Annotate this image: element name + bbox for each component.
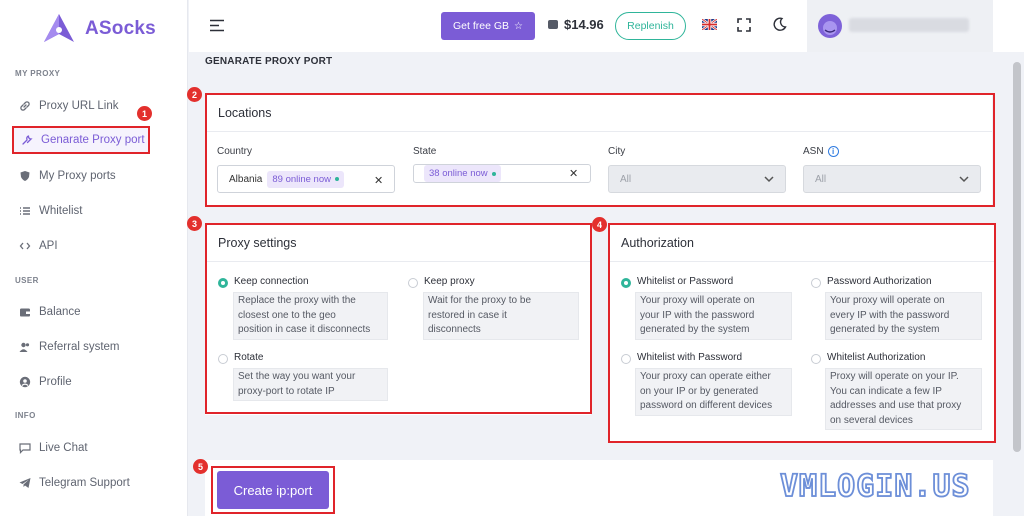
highlight-box-locations bbox=[205, 93, 995, 207]
fullscreen-icon[interactable] bbox=[737, 18, 751, 32]
logo[interactable]: ASocks bbox=[40, 12, 156, 46]
list-icon bbox=[19, 205, 31, 217]
highlight-box-proxy-settings bbox=[205, 223, 592, 414]
sidebar-item-label: Balance bbox=[39, 306, 81, 318]
sidebar-item-api[interactable]: API bbox=[12, 232, 176, 260]
sidebar-item-balance[interactable]: Balance bbox=[12, 298, 176, 326]
section-user: USER bbox=[15, 276, 39, 285]
avatar bbox=[818, 14, 842, 38]
menu-toggle-icon[interactable] bbox=[210, 19, 224, 32]
asocks-logo-icon bbox=[44, 14, 74, 42]
sidebar-item-label: API bbox=[39, 240, 58, 252]
sidebar-item-referral-system[interactable]: Referral system bbox=[12, 333, 176, 361]
wallet-icon bbox=[19, 306, 31, 318]
annotation-badge-3: 3 bbox=[187, 216, 202, 231]
page-title: GENARATE PROXY PORT bbox=[205, 56, 333, 67]
star-icon: ☆ bbox=[514, 20, 523, 32]
users-icon bbox=[19, 341, 31, 353]
sidebar-item-my-proxy-ports[interactable]: My Proxy ports bbox=[12, 162, 176, 190]
watermark: VMLOGIN.US bbox=[779, 468, 971, 505]
sidebar-item-label: My Proxy ports bbox=[39, 170, 116, 182]
sidebar-item-whitelist[interactable]: Whitelist bbox=[12, 197, 176, 225]
sidebar-item-label: Proxy URL Link bbox=[39, 100, 119, 112]
chat-icon bbox=[19, 442, 31, 454]
get-free-gb-button[interactable]: Get free GB ☆ bbox=[441, 12, 535, 40]
user-circle-icon bbox=[19, 376, 31, 388]
highlight-box-authorization bbox=[608, 223, 996, 443]
shield-icon bbox=[19, 170, 31, 182]
topbar: Get free GB ☆ $14.96 Replenish bbox=[189, 0, 1024, 52]
sidebar-item-live-chat[interactable]: Live Chat bbox=[12, 434, 176, 462]
annotation-badge-2: 2 bbox=[187, 87, 202, 102]
sidebar-item-label: Live Chat bbox=[39, 442, 88, 454]
balance-amount: $14.96 bbox=[564, 17, 604, 32]
sidebar: ASocks MY PROXY Proxy URL Link Genarate … bbox=[0, 0, 188, 516]
annotation-badge-5: 5 bbox=[193, 459, 208, 474]
username-blurred bbox=[849, 18, 969, 32]
annotation-badge-4: 4 bbox=[592, 217, 607, 232]
section-info: INFO bbox=[15, 411, 36, 420]
sidebar-item-generate-proxy-port[interactable]: Genarate Proxy port bbox=[12, 126, 150, 154]
sidebar-item-label: Genarate Proxy port bbox=[41, 134, 145, 146]
sidebar-item-label: Telegram Support bbox=[39, 477, 130, 489]
replenish-button[interactable]: Replenish bbox=[615, 12, 686, 40]
dark-mode-icon[interactable] bbox=[772, 17, 787, 32]
annotation-badge-1: 1 bbox=[137, 106, 152, 121]
section-my-proxy: MY PROXY bbox=[15, 69, 61, 78]
sidebar-item-label: Profile bbox=[39, 376, 72, 388]
user-menu[interactable] bbox=[807, 0, 993, 52]
link-icon bbox=[19, 100, 31, 112]
code-icon bbox=[19, 240, 31, 252]
sidebar-item-telegram-support[interactable]: Telegram Support bbox=[12, 469, 176, 497]
scrollbar[interactable] bbox=[1013, 62, 1021, 452]
sidebar-item-label: Referral system bbox=[39, 341, 120, 353]
sidebar-item-label: Whitelist bbox=[39, 205, 83, 217]
highlight-box-create bbox=[211, 466, 335, 514]
brand-name: ASocks bbox=[85, 18, 156, 39]
sidebar-item-profile[interactable]: Profile bbox=[12, 368, 176, 396]
get-free-gb-label: Get free GB bbox=[453, 20, 510, 32]
wallet-icon bbox=[548, 20, 558, 29]
wrench-icon bbox=[21, 134, 33, 146]
telegram-icon bbox=[19, 477, 31, 489]
uk-flag-icon[interactable] bbox=[702, 19, 717, 30]
